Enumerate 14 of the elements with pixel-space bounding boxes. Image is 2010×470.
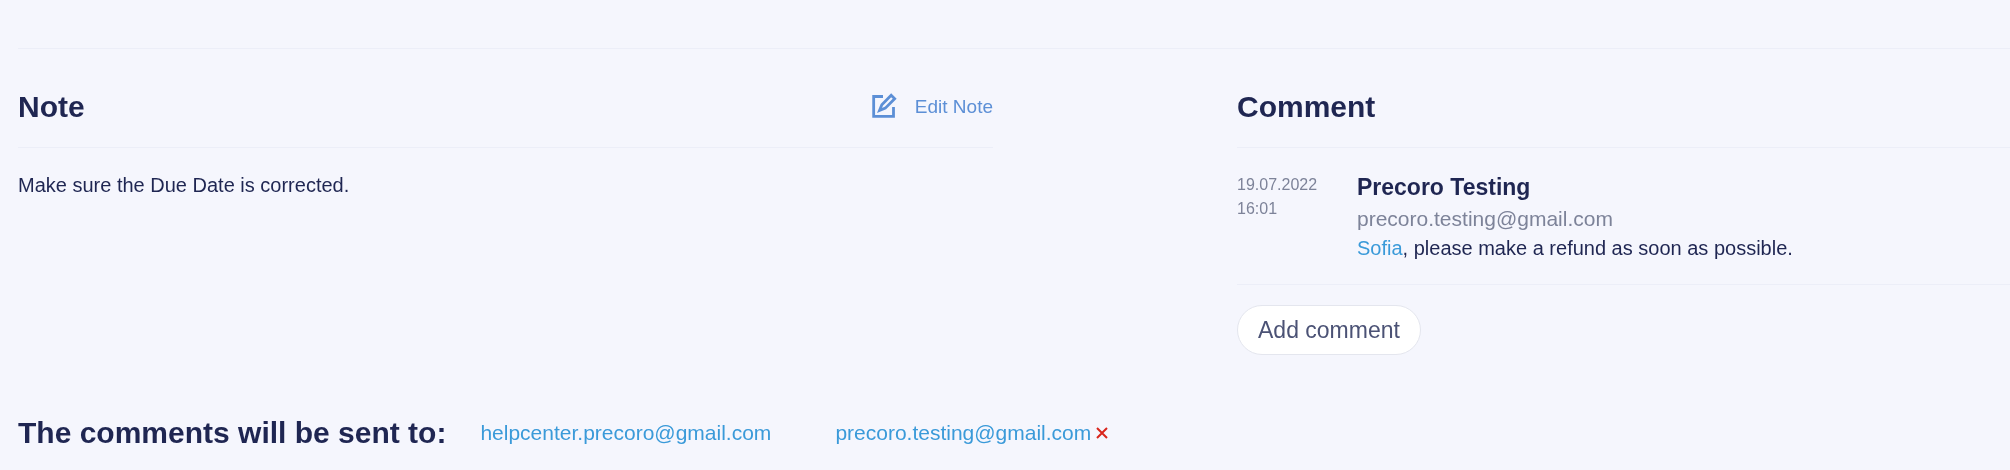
- add-comment-button[interactable]: Add comment: [1237, 305, 1421, 355]
- section-title: Note: [18, 90, 85, 124]
- comment-text: Sofia, please make a refund as soon as possible.: [1357, 237, 1793, 260]
- recipients-label: The comments will be sent to:: [18, 416, 447, 450]
- comment-author: Precoro Testing: [1357, 174, 1532, 201]
- section-title: Comment: [1237, 90, 1376, 124]
- edit-note-button[interactable]: Edit Note: [868, 93, 993, 121]
- author-email: precoro.testing@gmail.com: [1357, 207, 1614, 231]
- recipient-email[interactable]: precoro.testing@gmail.com: [835, 421, 1092, 445]
- recipient-email[interactable]: helpcenter.precoro@gmail.com: [480, 421, 772, 445]
- comment-date: 19.07.2022: [1237, 176, 1317, 194]
- mention-link[interactable]: Sofia: [1357, 237, 1403, 259]
- note-text: Make sure the Due Date is corrected.: [18, 174, 351, 197]
- comment-time: 16:01: [1237, 200, 1279, 218]
